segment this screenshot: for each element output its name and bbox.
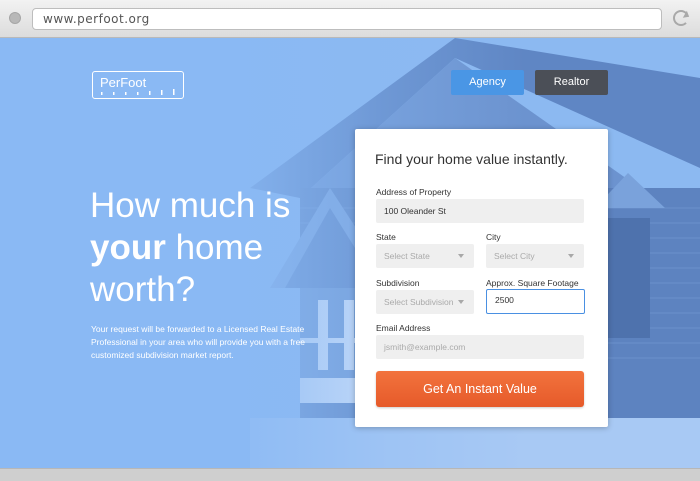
subdivision-select-value: Select Subdivision <box>384 297 454 307</box>
address-label: Address of Property <box>376 187 452 197</box>
square-footage-label: Approx. Square Footage <box>486 278 579 288</box>
window-control-icon[interactable] <box>9 12 21 24</box>
city-label: City <box>486 232 501 242</box>
headline-line-1: How much is <box>90 186 291 225</box>
state-select[interactable]: Select State <box>376 244 474 268</box>
city-select-value: Select City <box>494 251 535 261</box>
subdivision-select[interactable]: Select Subdivision <box>376 290 474 314</box>
email-label: Email Address <box>376 323 431 333</box>
perfoot-logo[interactable]: PerFoot <box>92 71 184 99</box>
address-input[interactable]: 100 Oleander St <box>376 199 584 223</box>
hero-subtext: Your request will be forwarded to a Lice… <box>91 324 306 360</box>
chevron-down-icon <box>568 254 574 258</box>
headline-line-2: your home <box>90 227 350 269</box>
agency-button[interactable]: Agency <box>451 70 524 95</box>
address-bar[interactable]: www.perfoot.org <box>32 8 662 30</box>
city-select[interactable]: Select City <box>486 244 584 268</box>
chevron-down-icon <box>458 254 464 258</box>
headline-line-3: worth? <box>90 270 196 309</box>
logo-text: PerFoot <box>100 75 147 90</box>
realtor-button[interactable]: Realtor <box>535 70 608 95</box>
reload-icon[interactable] <box>673 10 689 26</box>
email-input[interactable]: jsmith@example.com <box>376 335 584 359</box>
browser-window: www.perfoot.org PerFoot Agency Realtor H… <box>0 0 700 481</box>
browser-bottom-bar <box>0 468 700 481</box>
form-title: Find your home value instantly. <box>375 151 568 167</box>
hero-section: PerFoot Agency Realtor How much is your … <box>0 38 700 468</box>
get-instant-value-button[interactable]: Get An Instant Value <box>376 371 584 407</box>
state-select-value: Select State <box>384 251 430 261</box>
headline-line-2-rest: home <box>165 228 264 267</box>
square-footage-input[interactable]: 2500 <box>486 289 585 314</box>
hero-headline: How much is your home worth? <box>90 185 350 311</box>
subdivision-label: Subdivision <box>376 278 420 288</box>
state-label: State <box>376 232 396 242</box>
home-value-form: Find your home value instantly. Address … <box>355 129 608 427</box>
headline-emphasis: your <box>90 228 166 267</box>
chevron-down-icon <box>458 300 464 304</box>
browser-toolbar: www.perfoot.org <box>0 0 700 38</box>
ruler-icon <box>101 89 175 95</box>
